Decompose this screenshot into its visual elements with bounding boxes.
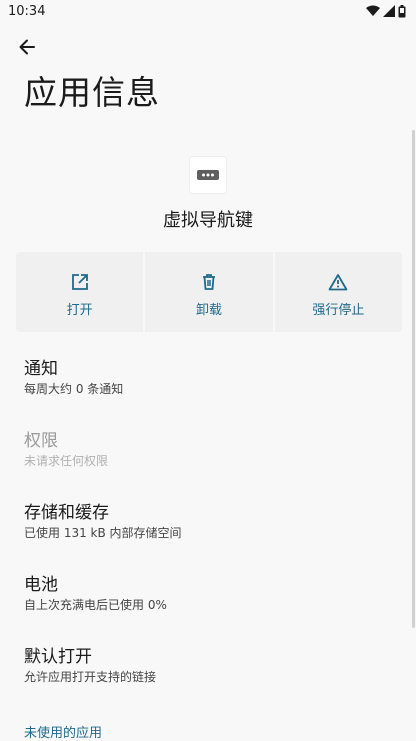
app-icon <box>190 157 226 193</box>
app-name: 虚拟导航键 <box>163 210 253 231</box>
status-icons <box>366 4 406 18</box>
signal-icon <box>383 5 395 17</box>
force-stop-button[interactable]: 强行停止 <box>274 252 402 332</box>
status-time: 10:34 <box>8 3 46 19</box>
setting-title: 默认打开 <box>24 647 92 667</box>
arrow-left-icon <box>19 39 35 55</box>
open-button-label: 打开 <box>66 303 93 318</box>
open-external-icon <box>70 272 90 292</box>
setting-open-by-default[interactable]: 默认打开 允许应用打开支持的链接 <box>0 638 416 702</box>
setting-title: 权限 <box>24 431 58 451</box>
setting-summary: 自上次充满电后已使用 0% <box>24 598 167 612</box>
status-bar: 10:34 <box>0 0 416 22</box>
wifi-icon <box>366 5 380 16</box>
setting-title: 电池 <box>24 575 58 595</box>
uninstall-button[interactable]: 卸载 <box>145 252 273 332</box>
setting-summary: 已使用 131 kB 内部存储空间 <box>24 526 182 540</box>
settings-list: 通知 每周大约 0 条通知 权限 未请求任何权限 存储和缓存 已使用 131 k… <box>0 350 416 702</box>
battery-icon <box>398 4 406 17</box>
action-bar: 打开 卸载 强行停止 <box>16 252 402 332</box>
trash-icon <box>199 272 219 292</box>
force-stop-button-label: 强行停止 <box>312 303 365 318</box>
uninstall-button-label: 卸载 <box>195 303 222 318</box>
setting-summary: 每周大约 0 条通知 <box>24 382 124 396</box>
setting-notifications[interactable]: 通知 每周大约 0 条通知 <box>0 350 416 414</box>
setting-title: 存储和缓存 <box>24 503 109 523</box>
setting-summary: 未请求任何权限 <box>24 454 109 468</box>
setting-storage-cache[interactable]: 存储和缓存 已使用 131 kB 内部存储空间 <box>0 494 416 558</box>
back-button[interactable] <box>12 32 42 62</box>
open-button[interactable]: 打开 <box>16 252 144 332</box>
navigation-keys-app-icon <box>197 170 219 180</box>
setting-battery[interactable]: 电池 自上次充满电后已使用 0% <box>0 566 416 630</box>
setting-title: 通知 <box>24 359 58 379</box>
page-title: 应用信息 <box>24 73 160 112</box>
warning-icon <box>328 272 348 292</box>
setting-permissions: 权限 未请求任何权限 <box>0 422 416 486</box>
setting-summary: 允许应用打开支持的链接 <box>24 670 157 684</box>
